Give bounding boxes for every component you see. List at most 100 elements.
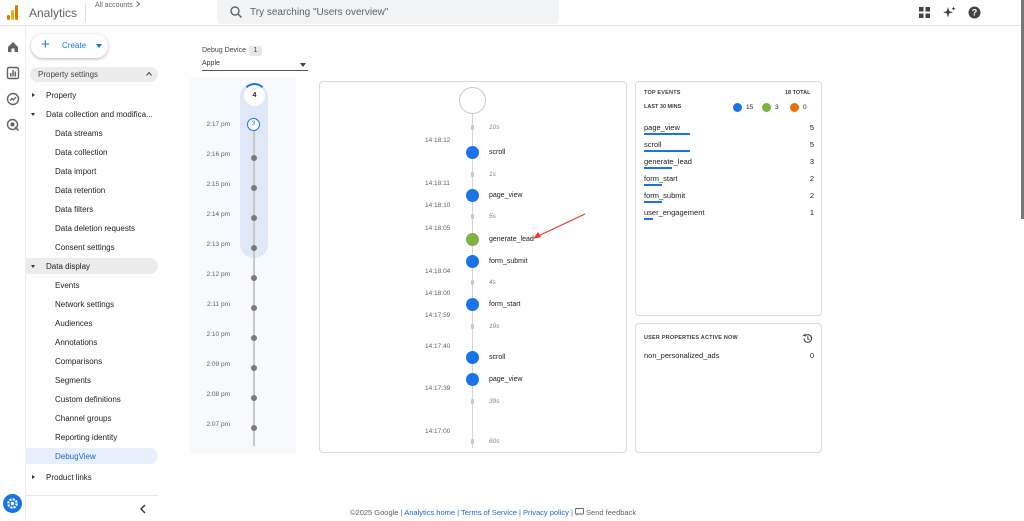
sidebar-item-label: Consent settings	[55, 243, 115, 252]
debug-device-select[interactable]: Apple	[202, 58, 308, 71]
minute-current-count[interactable]: 3	[247, 118, 260, 131]
debug-device-count: 1	[249, 46, 262, 56]
event-icon[interactable]	[466, 146, 479, 159]
event-timestamp: 14:18:11	[425, 180, 450, 187]
sidebar-item[interactable]: Network settings	[26, 296, 158, 312]
event-name[interactable]: form_submit	[489, 258, 528, 265]
minute-time-label: 2:09 pm	[206, 361, 231, 368]
sidebar-item[interactable]: Data import	[26, 163, 158, 179]
divider	[26, 495, 158, 496]
explore-icon[interactable]	[6, 92, 20, 106]
sidebar-item[interactable]: Data retention	[26, 182, 158, 198]
sidebar-item-label: Data collection	[55, 148, 108, 157]
send-feedback-label: Send feedback	[586, 508, 637, 517]
minute-dot[interactable]	[251, 155, 257, 161]
analytics-home-link[interactable]: Analytics home	[404, 508, 455, 517]
plus-icon: +	[41, 36, 50, 53]
sidebar-item-label: Network settings	[55, 300, 115, 309]
search-bar[interactable]	[217, 0, 559, 24]
search-input[interactable]	[250, 4, 540, 20]
all-accounts-link[interactable]: All accounts	[95, 1, 141, 9]
user-property-count: 0	[809, 351, 814, 360]
advertising-icon[interactable]	[6, 118, 20, 132]
event-count-blue: 15	[746, 104, 754, 111]
event-name[interactable]: page_view	[489, 192, 522, 199]
event-icon[interactable]	[466, 255, 479, 268]
privacy-link[interactable]: Privacy policy	[523, 508, 569, 517]
minute-dot[interactable]	[251, 275, 257, 281]
time-gap-label: 19s	[489, 323, 500, 330]
help-icon[interactable]: ?	[968, 6, 981, 19]
event-count-orange: 0	[803, 104, 807, 111]
terms-link[interactable]: Terms of Service	[461, 508, 517, 517]
minute-dot[interactable]	[251, 395, 257, 401]
event-name[interactable]: form_start	[489, 301, 521, 308]
sidebar-item[interactable]: Data collection	[26, 144, 158, 160]
sidebar-item[interactable]: Annotations	[26, 334, 158, 350]
gear-icon	[7, 498, 18, 509]
event-icon[interactable]	[466, 351, 479, 364]
debug-device-value: Apple	[202, 60, 220, 67]
minute-dot[interactable]	[251, 215, 257, 221]
sidebar-item[interactable]: Consent settings	[26, 239, 158, 255]
history-icon[interactable]	[802, 333, 813, 344]
sidebar-item[interactable]: Product links	[26, 469, 158, 485]
send-feedback-button[interactable]: Send feedback	[575, 508, 636, 517]
minute-dot[interactable]	[251, 365, 257, 371]
sidebar-item[interactable]: Data streams	[26, 125, 158, 141]
sparkle-icon[interactable]	[943, 6, 956, 19]
sidebar-item[interactable]: Data collection and modifica...	[26, 106, 158, 122]
create-button[interactable]: + Create	[31, 34, 108, 58]
top-event-row[interactable]: form_start 2	[644, 172, 814, 189]
event-name[interactable]: generate_lead	[489, 236, 534, 243]
sidebar-item[interactable]: Data deletion requests	[26, 220, 158, 236]
sidebar-item[interactable]: Property	[26, 87, 158, 103]
top-event-row[interactable]: scroll 5	[644, 138, 814, 155]
event-icon[interactable]	[466, 373, 479, 386]
sidebar-item[interactable]: Data filters	[26, 201, 158, 217]
top-event-bar	[644, 133, 690, 135]
create-label: Create	[62, 41, 87, 50]
top-event-bar	[644, 167, 672, 169]
event-name[interactable]: scroll	[489, 149, 505, 156]
user-property-row[interactable]: non_personalized_ads 0	[644, 350, 814, 364]
top-event-row[interactable]: page_view 5	[644, 121, 814, 138]
debug-device-label: Debug Device	[202, 47, 246, 54]
minute-dot[interactable]	[251, 245, 257, 251]
sidebar-item-label: Data collection and modifica...	[46, 110, 153, 119]
analytics-logo-icon[interactable]	[7, 5, 19, 20]
top-event-row[interactable]: user_engagement 1	[644, 206, 814, 223]
event-icon[interactable]	[466, 189, 479, 202]
sidebar-item[interactable]: Channel groups	[26, 410, 158, 426]
gap-tick	[471, 125, 474, 130]
apps-grid-icon[interactable]	[918, 6, 931, 19]
home-icon[interactable]	[6, 40, 20, 54]
event-timestamp: 14:17:59	[425, 312, 451, 319]
event-icon[interactable]	[466, 298, 479, 311]
sidebar-item[interactable]: Audiences	[26, 315, 158, 331]
minute-top-count[interactable]: 4	[242, 83, 267, 108]
admin-settings-button[interactable]	[3, 494, 22, 513]
minute-dot[interactable]	[251, 335, 257, 341]
minute-dot[interactable]	[251, 185, 257, 191]
sidebar-item[interactable]: Segments	[26, 372, 158, 388]
sidebar-item[interactable]: Events	[26, 277, 158, 293]
event-name[interactable]: scroll	[489, 354, 505, 361]
property-settings-header[interactable]: Property settings	[30, 67, 158, 82]
top-event-row[interactable]: form_submit 2	[644, 189, 814, 206]
minute-dot[interactable]	[251, 305, 257, 311]
sidebar-item[interactable]: DebugView	[26, 448, 158, 464]
sidebar-item[interactable]: Custom definitions	[26, 391, 158, 407]
top-events-total: 18 TOTAL	[785, 90, 811, 96]
conversion-flag-icon[interactable]	[466, 233, 479, 246]
top-event-row[interactable]: generate_lead 3	[644, 155, 814, 172]
minute-time-label: 2:08 pm	[206, 391, 231, 398]
top-event-bar	[644, 150, 690, 152]
reports-icon[interactable]	[6, 66, 20, 80]
sidebar-item[interactable]: Data display	[26, 258, 158, 274]
event-name[interactable]: page_view	[489, 376, 522, 383]
sidebar-item[interactable]: Comparisons	[26, 353, 158, 369]
minute-dot[interactable]	[251, 425, 257, 431]
sidebar-item[interactable]: Reporting identity	[26, 429, 158, 445]
collapse-chevron-icon[interactable]	[139, 504, 147, 514]
